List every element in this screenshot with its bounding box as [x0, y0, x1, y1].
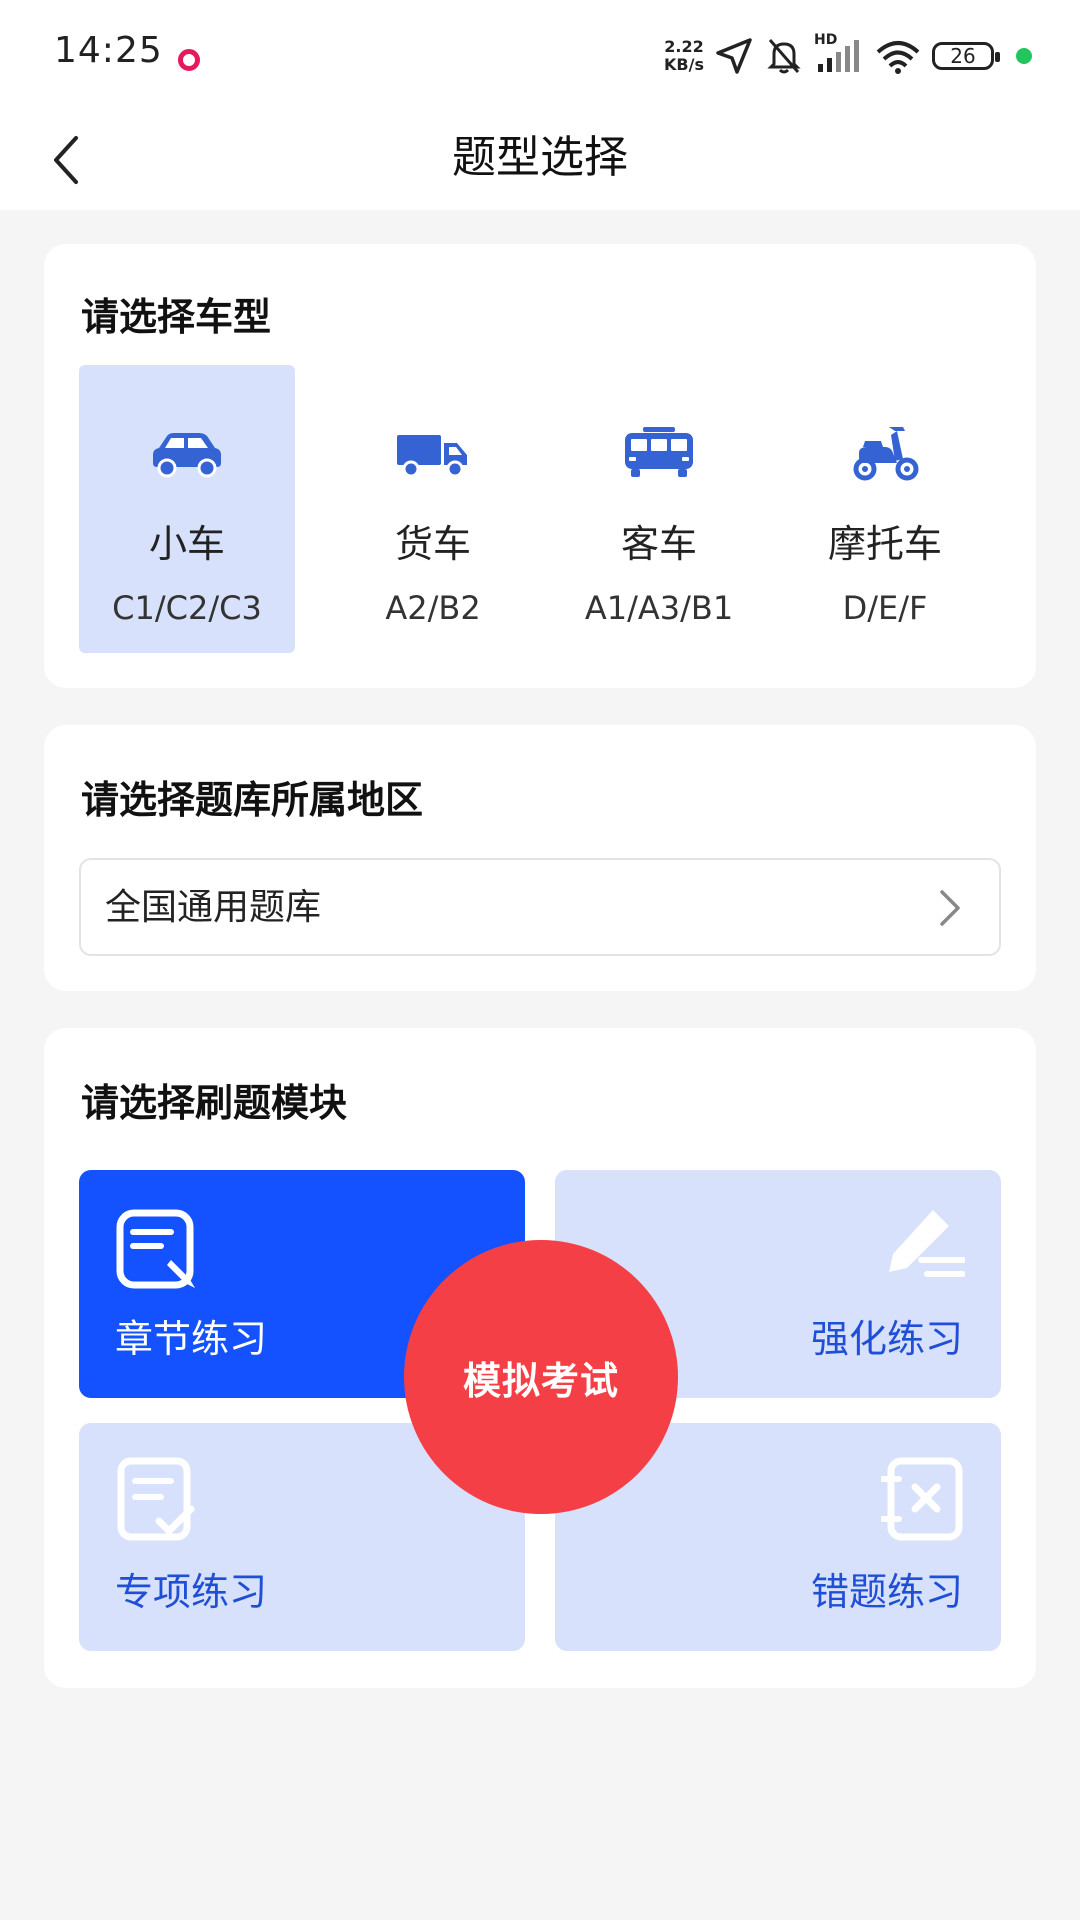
vehicle-code: D/E/F	[842, 589, 928, 627]
mock-exam-button[interactable]: 模拟考试	[404, 1240, 678, 1514]
vehicle-code: A1/A3/B1	[584, 589, 734, 627]
module-label: 强化练习	[810, 1317, 963, 1361]
region-card: 请选择题库所属地区 全国通用题库	[44, 725, 1036, 991]
vehicle-name: 客车	[620, 522, 697, 566]
nav-bar: 题型选择	[0, 110, 1080, 210]
battery-level: 26	[950, 44, 976, 68]
module-card: 请选择刷题模块 章节练习 强化练习 专项练习 错题练习 模拟考试	[44, 1028, 1036, 1688]
module-label: 章节练习	[115, 1317, 268, 1361]
chevron-right-icon	[940, 890, 960, 926]
scooter-icon	[853, 427, 919, 481]
network-speed: 2.22 KB/s	[664, 38, 704, 74]
status-bar: 14:25 2.22 KB/s HD 26	[0, 0, 1080, 110]
car-icon	[153, 433, 221, 478]
note-edit-icon	[116, 1209, 195, 1289]
mock-exam-label: 模拟考试	[462, 1358, 619, 1403]
vehicle-item-car[interactable]: 小车 C1/C2/C3	[79, 365, 295, 653]
region-section-title: 请选择题库所属地区	[81, 778, 424, 822]
network-speed-unit: KB/s	[664, 55, 704, 74]
vehicle-section-title: 请选择车型	[81, 295, 272, 339]
bus-icon	[625, 427, 693, 477]
signal-icon: HD	[814, 32, 864, 76]
vehicle-type-card: 请选择车型 小车 C1/C2/C3 货车 A2/B2 客车 A1/A3/B1 摩…	[44, 244, 1036, 688]
bell-muted-icon	[767, 39, 801, 74]
status-time: 14:25	[54, 30, 163, 71]
wifi-icon	[876, 41, 920, 74]
vehicle-list: 小车 C1/C2/C3 货车 A2/B2 客车 A1/A3/B1 摩托车 D/E…	[79, 365, 1009, 653]
vehicle-code: C1/C2/C3	[112, 589, 262, 627]
region-value: 全国通用题库	[105, 887, 322, 928]
network-speed-value: 2.22	[664, 37, 704, 56]
module-label: 专项练习	[115, 1570, 268, 1614]
truck-icon	[397, 435, 467, 478]
region-select[interactable]: 全国通用题库	[79, 858, 1001, 956]
vehicle-item-motorcycle[interactable]: 摩托车 D/E/F	[777, 365, 993, 653]
module-label: 错题练习	[810, 1570, 963, 1614]
vehicle-code: A2/B2	[385, 589, 481, 627]
recording-dot-icon	[178, 49, 200, 71]
pen-icon	[889, 1210, 965, 1277]
page-title: 题型选择	[452, 132, 628, 183]
vehicle-name: 摩托车	[827, 522, 942, 566]
status-icons: 2.22 KB/s HD 26	[664, 32, 1032, 76]
wrong-answer-icon	[881, 1457, 963, 1541]
vehicle-item-bus[interactable]: 客车 A1/A3/B1	[551, 365, 767, 653]
checklist-icon	[117, 1457, 195, 1541]
vehicle-name: 货车	[394, 522, 471, 566]
battery-icon: 26	[932, 42, 1000, 70]
vehicle-item-truck[interactable]: 货车 A2/B2	[325, 365, 541, 653]
module-section-title: 请选择刷题模块	[81, 1081, 348, 1125]
vehicle-name: 小车	[148, 522, 225, 566]
location-arrow-icon	[716, 38, 752, 74]
privacy-dot-icon	[1016, 48, 1032, 64]
